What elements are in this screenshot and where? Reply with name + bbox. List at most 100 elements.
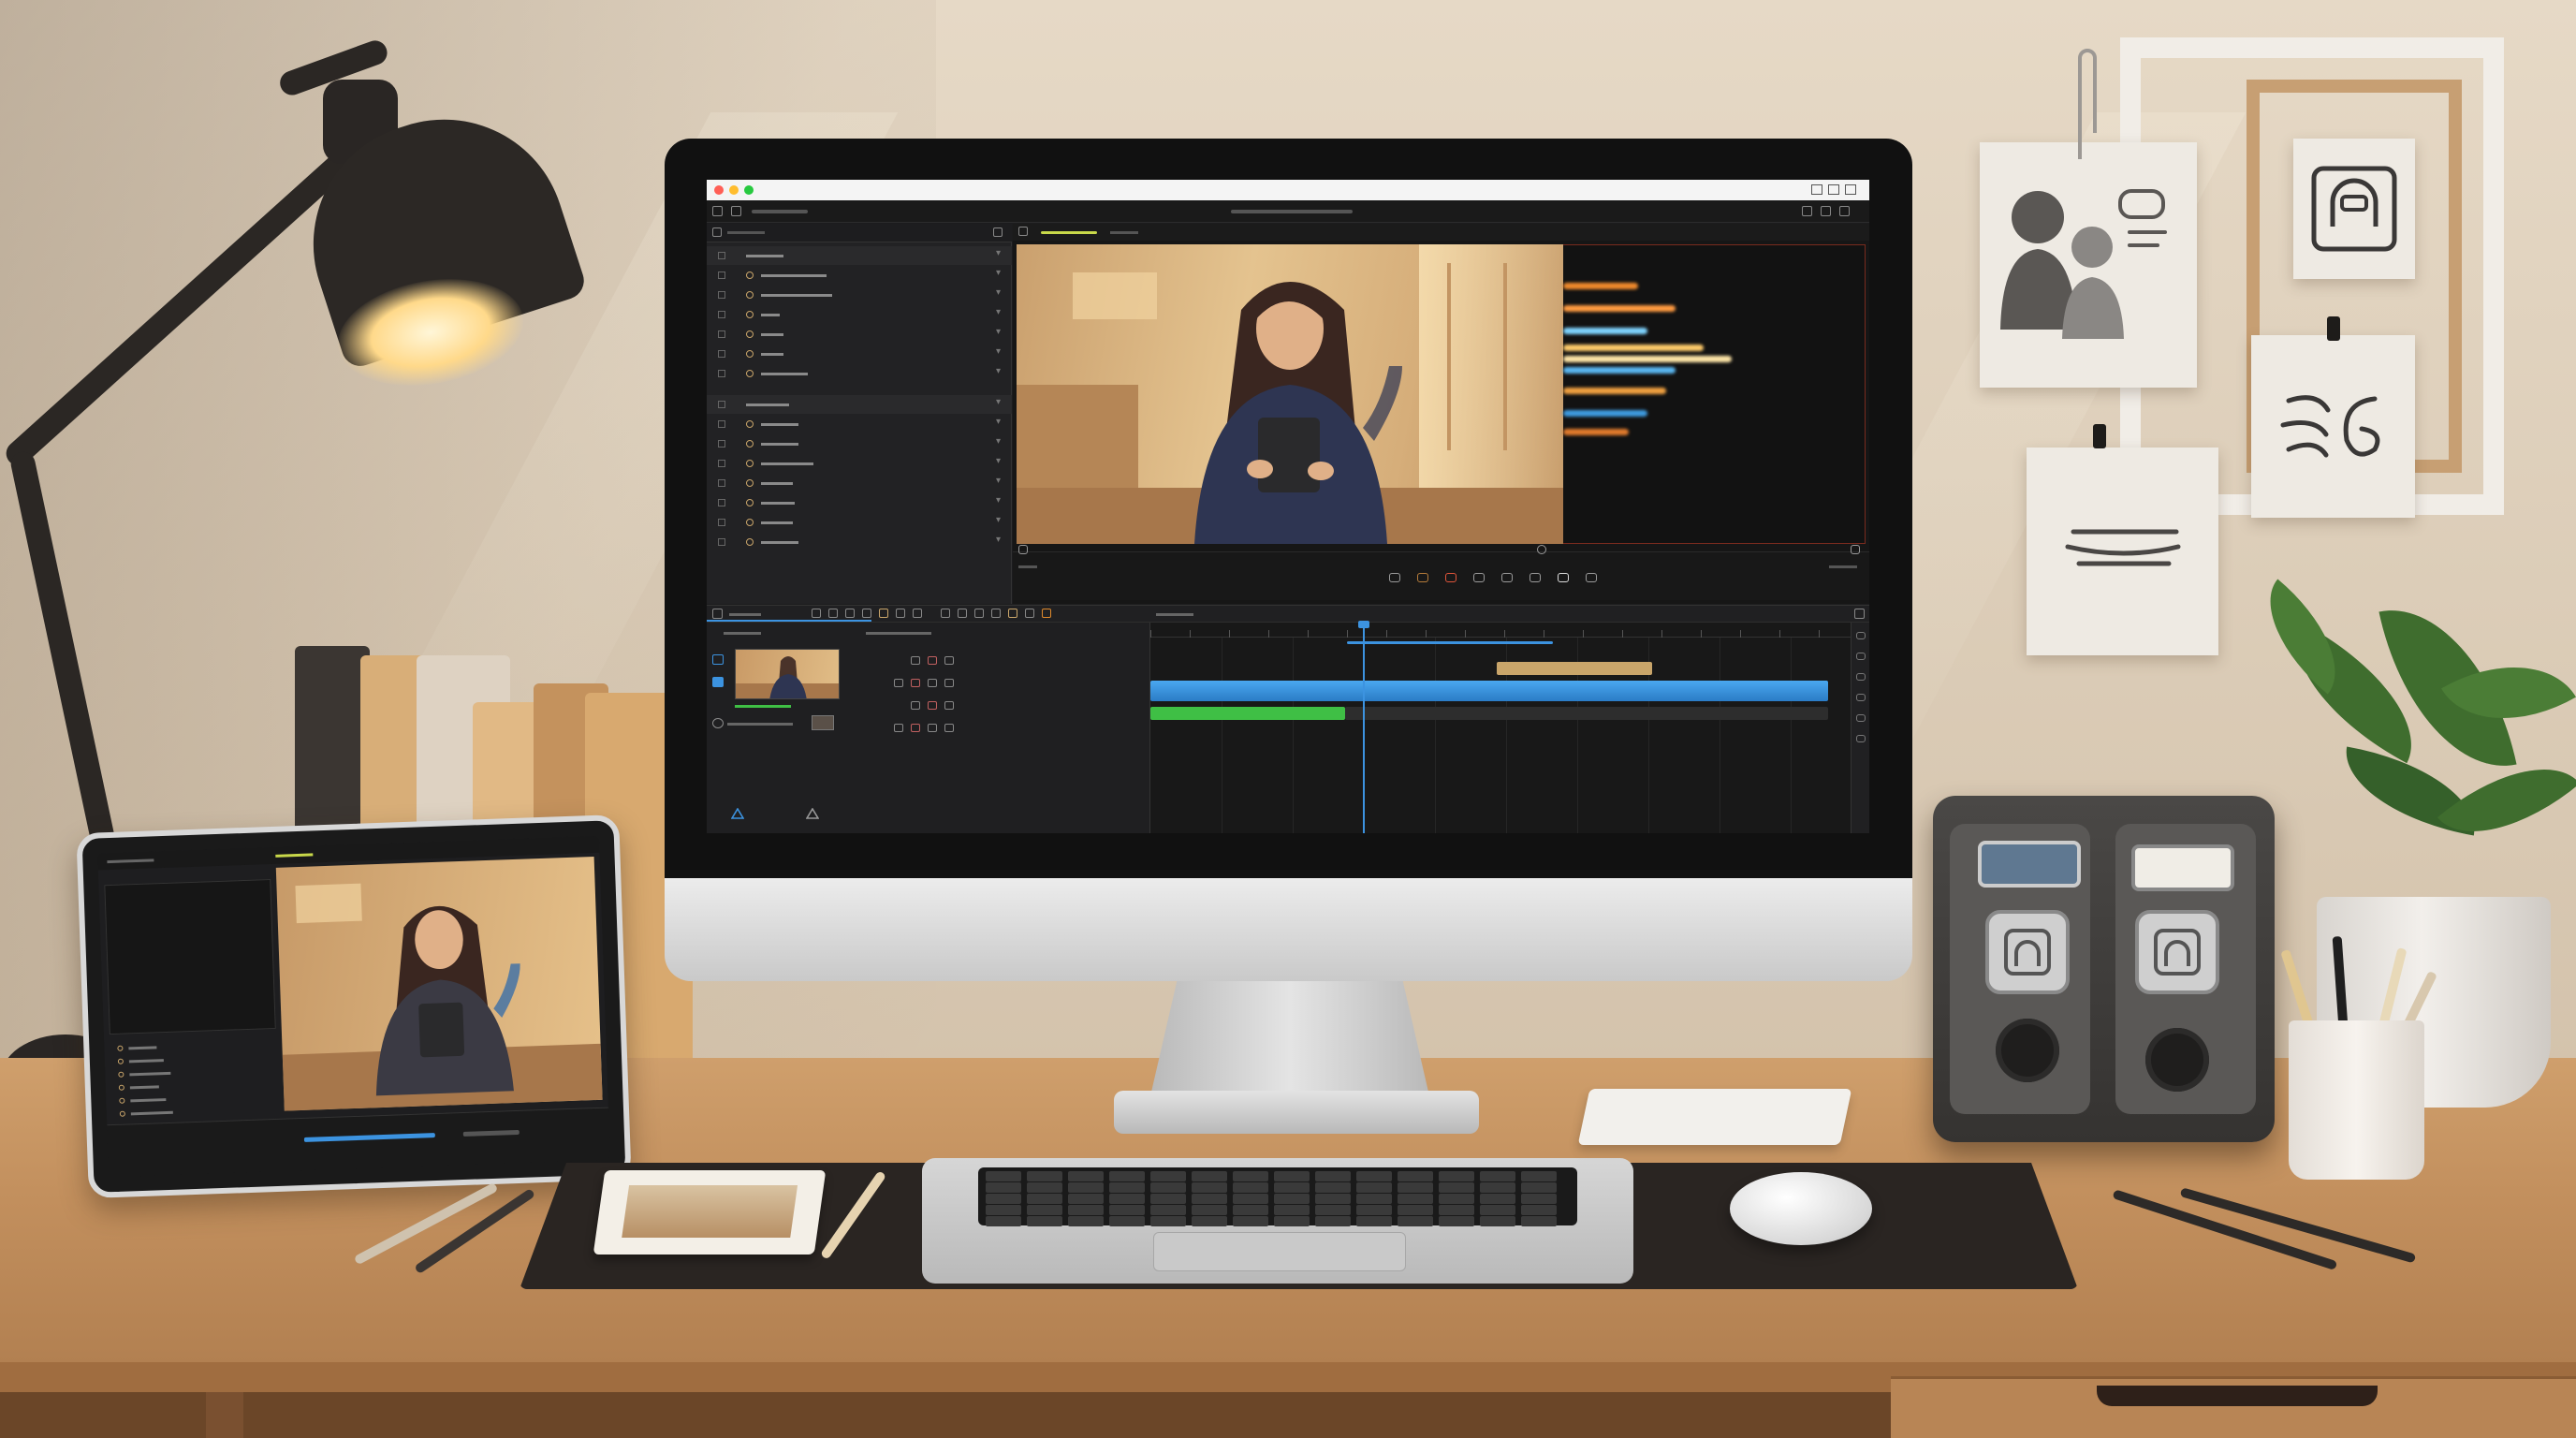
timeline-tool-icon[interactable] <box>879 609 888 618</box>
keyboard-key[interactable] <box>1274 1194 1310 1204</box>
camera-icon[interactable] <box>1530 573 1541 582</box>
timeline-tool-icon[interactable] <box>991 609 1001 618</box>
keyboard-key[interactable] <box>1521 1216 1557 1226</box>
track-control-icon[interactable] <box>894 724 903 732</box>
chevron-icon[interactable]: ▾ <box>996 515 1001 525</box>
playhead-handle[interactable] <box>1358 621 1369 628</box>
panel-menu-icon[interactable] <box>993 227 1003 237</box>
track-control-icon[interactable] <box>928 724 937 732</box>
keyboard-key[interactable] <box>1480 1194 1515 1204</box>
keyboard-key[interactable] <box>1521 1205 1557 1215</box>
track-control-icon[interactable] <box>911 679 920 687</box>
audio-track-icon[interactable] <box>712 718 724 728</box>
checkbox-icon[interactable] <box>718 420 725 428</box>
effect-row[interactable]: ▾ <box>707 454 1012 473</box>
control-button-left[interactable] <box>1985 910 2070 994</box>
keyboard-key[interactable] <box>1068 1182 1104 1193</box>
keyboard-key[interactable] <box>1480 1171 1515 1181</box>
timeline-tool-icon[interactable] <box>812 609 821 618</box>
keyboard-key[interactable] <box>1398 1171 1433 1181</box>
keyboard-key[interactable] <box>1150 1205 1186 1215</box>
keyboard-key[interactable] <box>1480 1182 1515 1193</box>
keyboard-key[interactable] <box>1192 1182 1227 1193</box>
timeline-tool-icon[interactable] <box>1042 609 1051 618</box>
close-icon[interactable] <box>1845 184 1856 195</box>
track-control-icon[interactable] <box>894 679 903 687</box>
chevron-icon[interactable]: ▾ <box>996 268 1001 278</box>
keyboard-key[interactable] <box>1315 1216 1351 1226</box>
zoom-control-icon[interactable] <box>1856 694 1866 701</box>
checkbox-icon[interactable] <box>718 330 725 338</box>
track-control-icon[interactable] <box>944 656 954 665</box>
preview-frame[interactable] <box>1017 244 1563 544</box>
media-icon[interactable] <box>731 206 741 216</box>
minimize-window-button[interactable] <box>729 185 739 195</box>
keyboard-key[interactable] <box>1233 1205 1268 1215</box>
keyboard-key[interactable] <box>1439 1216 1474 1226</box>
keyboard-key[interactable] <box>1315 1182 1351 1193</box>
camera-icon[interactable] <box>1473 573 1485 582</box>
keyboard-key[interactable] <box>1233 1216 1268 1226</box>
chevron-icon[interactable]: ▾ <box>996 346 1001 357</box>
timeline-tool-icon[interactable] <box>845 609 855 618</box>
zoom-control-icon[interactable] <box>1856 735 1866 742</box>
camera-icon[interactable] <box>1417 573 1428 582</box>
timeline-settings-icon[interactable] <box>1854 609 1865 619</box>
track-control-icon[interactable] <box>911 701 920 710</box>
keyboard-key[interactable] <box>1068 1194 1104 1204</box>
zoom-window-button[interactable] <box>744 185 754 195</box>
minimize-icon[interactable] <box>1811 184 1822 195</box>
keyboard-key[interactable] <box>1521 1182 1557 1193</box>
tablet-preview-frame[interactable] <box>275 856 603 1111</box>
video-track-icon[interactable] <box>712 677 724 687</box>
keyboard-key[interactable] <box>1356 1171 1392 1181</box>
keyboard-key[interactable] <box>1192 1171 1227 1181</box>
trackpad[interactable] <box>1153 1232 1406 1271</box>
checkbox-icon[interactable] <box>718 440 725 448</box>
keyboard-key[interactable] <box>1150 1216 1186 1226</box>
keyboard-key[interactable] <box>986 1171 1021 1181</box>
track-control-icon[interactable] <box>944 679 954 687</box>
timeline-clip-video[interactable] <box>1150 681 1828 701</box>
timeline-tool-icon[interactable] <box>1008 609 1017 618</box>
keyboard-key[interactable] <box>1356 1216 1392 1226</box>
control-knob-right[interactable] <box>2145 1028 2209 1092</box>
keyboard-key[interactable] <box>1233 1171 1268 1181</box>
timeline-clip-title[interactable] <box>1497 662 1652 675</box>
record-icon[interactable] <box>1445 573 1456 582</box>
keyboard-key[interactable] <box>1068 1205 1104 1215</box>
keyboard-key[interactable] <box>1398 1205 1433 1215</box>
camera-icon[interactable] <box>1501 573 1513 582</box>
effect-row[interactable]: ▾ <box>707 493 1012 512</box>
keyboard-key[interactable] <box>1068 1171 1104 1181</box>
folder-row[interactable]: ▾ <box>707 395 1012 414</box>
effect-row[interactable]: ▾ <box>707 286 1012 304</box>
timeline-tool-icon[interactable] <box>958 609 967 618</box>
keyboard-key[interactable] <box>1192 1216 1227 1226</box>
keyboard-key[interactable] <box>1480 1216 1515 1226</box>
keyboard-key[interactable] <box>1398 1216 1433 1226</box>
home-icon[interactable] <box>712 206 723 216</box>
keyboard-key[interactable] <box>1068 1216 1104 1226</box>
view-icon[interactable] <box>1018 227 1028 236</box>
keyboard-key[interactable] <box>1150 1194 1186 1204</box>
timeline-menu-icon[interactable] <box>712 609 723 619</box>
timeline-tool-icon[interactable] <box>1025 609 1034 618</box>
keyboard-key[interactable] <box>1439 1182 1474 1193</box>
keyboard-key[interactable] <box>1027 1171 1062 1181</box>
chevron-icon[interactable]: ▾ <box>996 476 1001 486</box>
chevron-icon[interactable]: ▾ <box>996 397 1001 407</box>
checkbox-icon[interactable] <box>718 350 725 358</box>
keyboard-key[interactable] <box>1439 1205 1474 1215</box>
toolbar-tab-placeholder[interactable] <box>752 210 808 213</box>
chevron-icon[interactable]: ▾ <box>996 436 1001 447</box>
keyboard-key[interactable] <box>1274 1182 1310 1193</box>
keyboard-key[interactable] <box>1356 1182 1392 1193</box>
timeline-tool-icon[interactable] <box>896 609 905 618</box>
settings-icon[interactable] <box>1802 206 1812 216</box>
keyboard-key[interactable] <box>986 1205 1021 1215</box>
chevron-icon[interactable]: ▾ <box>996 307 1001 317</box>
keyboard-key[interactable] <box>1521 1171 1557 1181</box>
chevron-icon[interactable]: ▾ <box>996 417 1001 427</box>
keyboard-key[interactable] <box>1356 1194 1392 1204</box>
